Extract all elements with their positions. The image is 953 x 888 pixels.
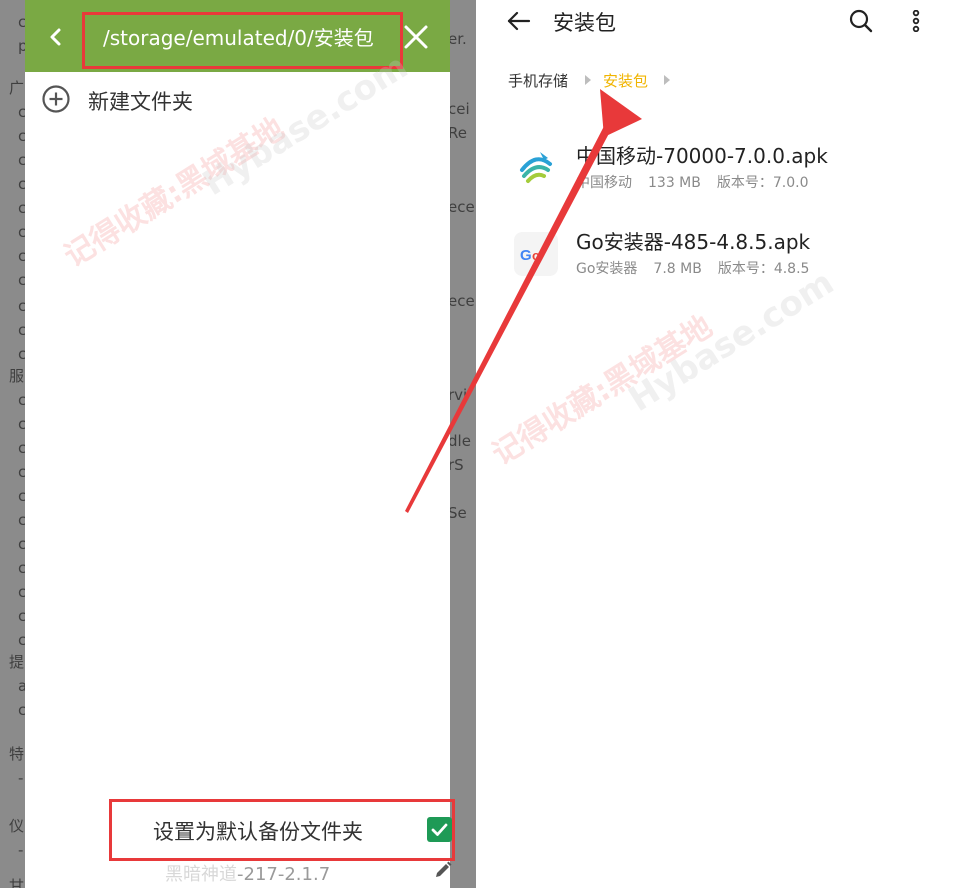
background-list-fragment: Re [448, 124, 467, 142]
checkbox-highlight-box [109, 799, 455, 861]
blurred-filename: 黑暗神道 [165, 864, 237, 885]
back-button[interactable] [506, 8, 532, 34]
add-circle-icon [42, 85, 70, 113]
background-list-letter: 提 [9, 653, 25, 671]
china-mobile-icon [514, 146, 558, 190]
breadcrumb-phone-storage[interactable]: 手机存储 [508, 70, 568, 91]
left-screen: cp广ccccccccccc服ccccccccccc提ac特-仪-甘 er. ce… [0, 0, 476, 888]
background-list-letter: - [18, 769, 24, 787]
new-folder-label: 新建文件夹 [88, 90, 193, 114]
background-list-fragment: Se [448, 504, 467, 522]
file-app-name: Go安装器 [576, 261, 638, 277]
file-meta: 中国移动 133 MB 版本号：7.0.0 [576, 172, 824, 192]
background-list-letter: 服 [9, 367, 25, 385]
background-list-fragment: dle [448, 432, 471, 450]
file-item-china-mobile[interactable]: 中国移动-70000-7.0.0.apk 中国移动 133 MB 版本号：7.0.0 [514, 140, 934, 200]
back-button[interactable] [39, 20, 73, 54]
close-icon [404, 25, 428, 49]
more-vertical-icon [912, 9, 920, 33]
chevron-left-icon [50, 28, 61, 46]
file-item-go-installer[interactable]: G o Go安装器-485-4.8.5.apk Go安装器 7.8 MB 版本号：4… [514, 226, 934, 286]
background-list-fragment: rS [448, 456, 464, 474]
background-list-letter: 仪 [9, 817, 25, 835]
go-installer-icon: G o [514, 232, 558, 276]
file-meta: Go安装器 7.8 MB 版本号：4.8.5 [576, 258, 825, 278]
edit-button[interactable] [433, 860, 453, 880]
file-size: 7.8 MB [653, 261, 702, 277]
more-options-button[interactable] [910, 9, 922, 33]
close-button[interactable] [403, 24, 429, 50]
file-size: 133 MB [648, 175, 701, 191]
background-list-letter: - [18, 841, 24, 859]
background-list-fragment: er. [448, 30, 467, 48]
search-icon [849, 9, 873, 33]
folder-picker-dialog: /storage/emulated/0/安装包 新建文件夹 设置为默认备份文件夹 [25, 0, 453, 888]
screenshot-root: { "left_panel": { "path": "/storage/emul… [0, 0, 953, 888]
svg-text:o: o [532, 248, 540, 263]
background-list-letter: 特 [9, 745, 25, 763]
breadcrumb-arrow-icon [664, 75, 670, 85]
arrow-left-icon [507, 11, 531, 31]
file-name: Go安装器-485-4.8.5.apk [576, 230, 811, 254]
background-list-fragment: cei [448, 100, 470, 118]
file-version: 版本号：7.0.0 [716, 175, 809, 191]
breadcrumb-current[interactable]: 安装包 [603, 70, 648, 91]
breadcrumb-arrow-icon [585, 75, 591, 85]
bottom-file-item[interactable]: 黑暗神道-217-2.1.7 [165, 860, 330, 886]
file-name: 中国移动-70000-7.0.0.apk [576, 144, 828, 168]
file-version: 版本号：4.8.5 [717, 261, 810, 277]
new-folder-button[interactable]: 新建文件夹 [41, 82, 341, 116]
right-screen: 安装包 手机存储 安装包 中国移动-70000-7.0.0.apk 中国移动 1… [476, 0, 953, 888]
background-list-fragment: ece [448, 198, 475, 216]
background-list-fragment: rvi [448, 386, 468, 404]
path-highlight-box [82, 12, 403, 69]
search-button[interactable] [848, 8, 874, 34]
pencil-icon [436, 861, 452, 877]
file-version-suffix: -217-2.1.7 [237, 864, 331, 885]
page-title: 安装包 [553, 11, 616, 35]
background-list-letter: 甘 [9, 877, 25, 888]
background-list-fragment: ece [448, 292, 475, 310]
background-list-letter: 广 [9, 79, 25, 97]
svg-text:G: G [520, 247, 532, 264]
file-app-name: 中国移动 [576, 175, 632, 191]
